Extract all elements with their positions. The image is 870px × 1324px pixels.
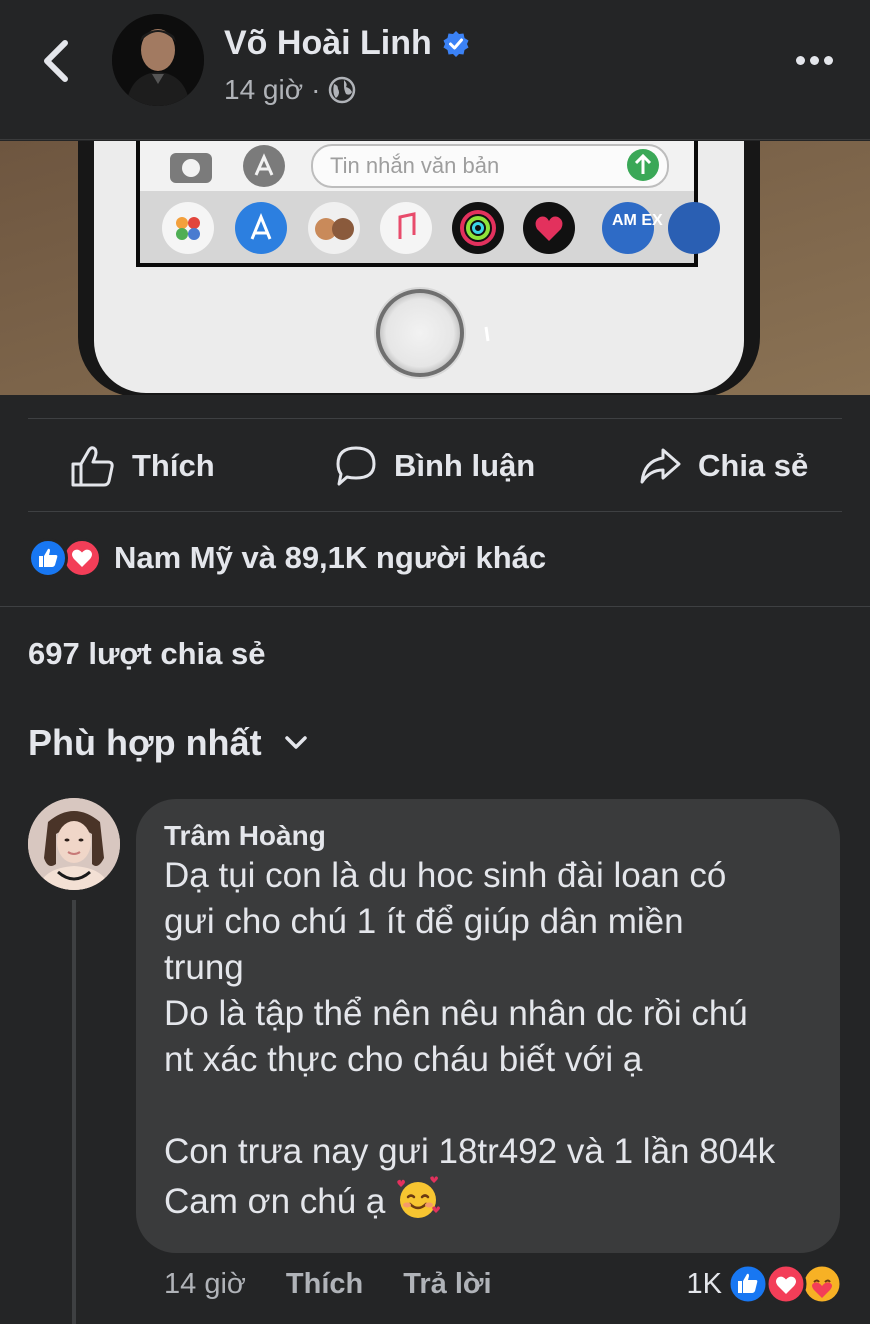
care-reaction-icon (801, 1263, 843, 1305)
meta-separator: · (311, 74, 321, 105)
comment-footer: 14 giờ Thích Trả lời 1K (164, 1262, 844, 1306)
like-button[interactable]: Thích (70, 444, 215, 488)
comment-label: Bình luận (394, 448, 536, 483)
chevron-down-icon (284, 736, 307, 749)
comment-text-line: Con trưa nay gưi 18tr492 và 1 lần 804k (164, 1132, 776, 1171)
reactions-text: Nam Mỹ và 89,1K người khác (114, 540, 547, 575)
divider-reactions (0, 606, 870, 607)
comment-thread-line (72, 900, 76, 1324)
share-label: Chia sẻ (698, 448, 809, 483)
post-time[interactable]: 14 giờ (224, 74, 303, 106)
comment-button[interactable]: Bình luận (334, 444, 535, 488)
shares-count[interactable]: 697 lượt chia sẻ (28, 636, 266, 672)
comment-text-line: trung (164, 948, 244, 987)
back-button[interactable] (36, 38, 76, 84)
like-reaction-icon (727, 1263, 769, 1305)
commenter-avatar-image (28, 798, 120, 890)
like-reaction-icon (28, 538, 68, 578)
verified-badge-icon (443, 30, 469, 57)
photo-amex-label: AM EX (612, 212, 663, 229)
comment-text-line: nt xác thực cho cháu biết với ạ (164, 1040, 643, 1079)
post-photo[interactable]: Tin nhắn văn bản AM EX (0, 141, 870, 395)
commenter-avatar[interactable] (28, 798, 120, 890)
comment-text-line: Dạ tụi con là du hoc sinh đài loan có (164, 856, 727, 895)
globe-icon (329, 76, 356, 104)
comment-sort-dropdown[interactable]: Phù hợp nhất (28, 722, 308, 764)
like-label: Thích (132, 448, 215, 483)
more-options-button[interactable] (790, 44, 838, 76)
author-name[interactable]: Võ Hoài Linh (224, 24, 432, 63)
sort-label: Phù hợp nhất (28, 722, 262, 763)
divider-top (28, 418, 842, 419)
love-reaction-icon (765, 1263, 807, 1305)
love-reaction-icon (62, 538, 102, 578)
smiling-hearts-emoji (397, 1176, 441, 1218)
back-chevron-icon (44, 40, 68, 82)
comment-reply-button[interactable]: Trả lời (403, 1268, 491, 1301)
reactions-summary[interactable]: Nam Mỹ và 89,1K người khác (28, 536, 546, 580)
photo-text-field-placeholder: Tin nhắn văn bản (330, 153, 499, 178)
author-avatar-image (112, 14, 204, 106)
like-thumb-icon (71, 446, 114, 487)
share-arrow-icon (640, 448, 681, 484)
comment-text-line: Cam ơn chú ạ (164, 1182, 386, 1221)
more-dots-icon (795, 55, 805, 65)
post-actions-bar: Thích Bình luận Chia sẻ (28, 420, 842, 512)
divider-actions (28, 511, 842, 512)
comment-author[interactable]: Trâm Hoàng (164, 819, 812, 853)
comment-reaction-count[interactable]: 1K (687, 1268, 722, 1301)
author-avatar[interactable] (112, 14, 204, 106)
comment-text-line: Do là tập thể nên nêu nhân dc rồi chú (164, 994, 748, 1033)
post-header: Võ Hoài Linh 14 giờ · (0, 0, 870, 140)
comment-time[interactable]: 14 giờ (164, 1268, 246, 1301)
comment-like-button[interactable]: Thích (286, 1268, 363, 1301)
comment-bubble-icon (336, 446, 376, 486)
comment-reactions[interactable] (726, 1262, 844, 1306)
share-button[interactable]: Chia sẻ (638, 444, 808, 488)
comment-text-line: gưi cho chú 1 ít để giúp dân miền (164, 902, 684, 941)
comment-bubble[interactable]: Trâm Hoàng Dạ tụi con là du hoc sinh đài… (136, 799, 840, 1253)
